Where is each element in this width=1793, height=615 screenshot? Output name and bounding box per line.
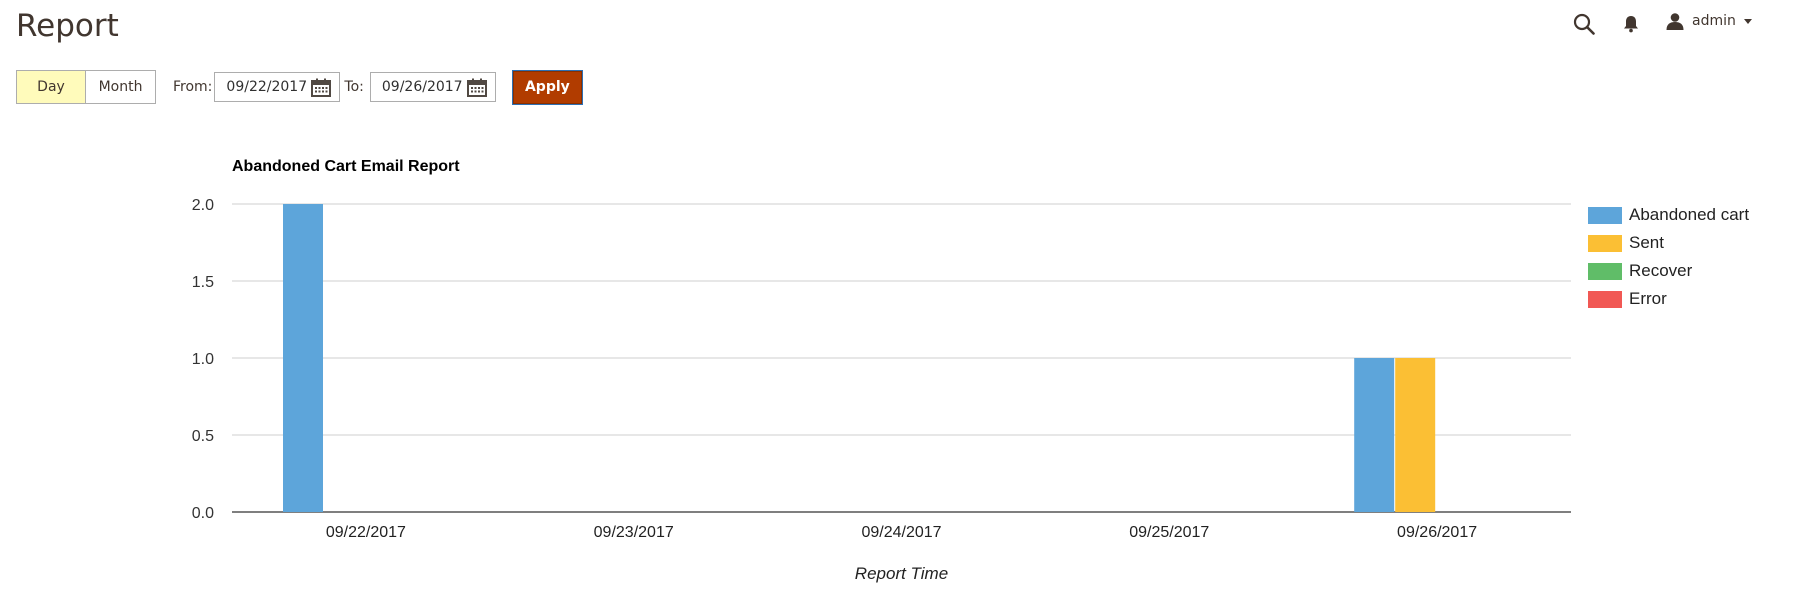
period-day-button[interactable]: Day xyxy=(16,70,86,104)
bar-chart: 0.0 0.5 1.0 1.5 2.0 09/22/2017 09/23/2017 09/24… xyxy=(192,197,1571,583)
period-month-button[interactable]: Month xyxy=(85,70,156,104)
y-tick-label: 1.5 xyxy=(192,274,214,291)
user-name: admin xyxy=(1692,13,1736,29)
chevron-down-icon xyxy=(1743,18,1752,24)
apply-button[interactable]: Apply xyxy=(511,69,583,105)
legend-swatch xyxy=(1588,262,1622,280)
legend-item[interactable]: Recover xyxy=(1588,257,1749,285)
calendar-icon[interactable] xyxy=(311,78,332,97)
chart-container: Abandoned Cart Email Report 0.0 0.5 1.0 1.5… xyxy=(0,140,1793,610)
report-filter-toolbar: Day Month From: 09/22/2017 To: 09/26/201… xyxy=(16,69,583,105)
legend-label: Sent xyxy=(1629,233,1664,252)
chart-legend: Abandoned cart Sent Recover Error xyxy=(1588,201,1749,313)
bell-icon[interactable] xyxy=(1623,15,1639,33)
x-tick-label: 09/22/2017 xyxy=(326,524,406,541)
x-tick-label: 09/26/2017 xyxy=(1397,524,1477,541)
legend-label: Recover xyxy=(1629,261,1693,280)
calendar-icon[interactable] xyxy=(466,78,487,97)
legend-label: Error xyxy=(1629,289,1667,308)
legend-swatch xyxy=(1588,234,1622,252)
x-tick-label: 09/23/2017 xyxy=(594,524,674,541)
legend-swatch xyxy=(1588,206,1622,224)
to-date-value: 09/26/2017 xyxy=(381,79,463,95)
from-date-value: 09/22/2017 xyxy=(226,79,308,95)
legend-item[interactable]: Error xyxy=(1588,285,1749,313)
page-title: Report xyxy=(16,8,119,44)
y-tick-label: 1.0 xyxy=(192,351,214,368)
y-tick-label: 0.5 xyxy=(192,428,214,445)
to-label: To: xyxy=(344,79,364,95)
user-icon xyxy=(1666,13,1684,30)
y-tick-label: 2.0 xyxy=(192,197,214,214)
x-axis-label: Report Time xyxy=(855,564,948,583)
user-menu[interactable]: admin xyxy=(1666,12,1752,30)
from-label: From: xyxy=(173,79,213,95)
legend-label: Abandoned cart xyxy=(1629,205,1750,224)
bar-abandoned-cart xyxy=(283,204,323,512)
x-tick-label: 09/24/2017 xyxy=(861,524,941,541)
from-date-input[interactable]: 09/22/2017 xyxy=(214,72,341,102)
bar-sent xyxy=(1395,358,1436,512)
legend-swatch xyxy=(1588,290,1622,308)
header-actions: admin xyxy=(1553,0,1793,46)
to-date-input[interactable]: 09/26/2017 xyxy=(369,72,496,102)
search-icon[interactable] xyxy=(1573,13,1595,35)
y-tick-label: 0.0 xyxy=(192,505,214,522)
legend-item[interactable]: Abandoned cart xyxy=(1588,201,1749,229)
bar-abandoned-cart xyxy=(1354,358,1395,512)
legend-item[interactable]: Sent xyxy=(1588,229,1749,257)
x-tick-label: 09/25/2017 xyxy=(1129,524,1209,541)
